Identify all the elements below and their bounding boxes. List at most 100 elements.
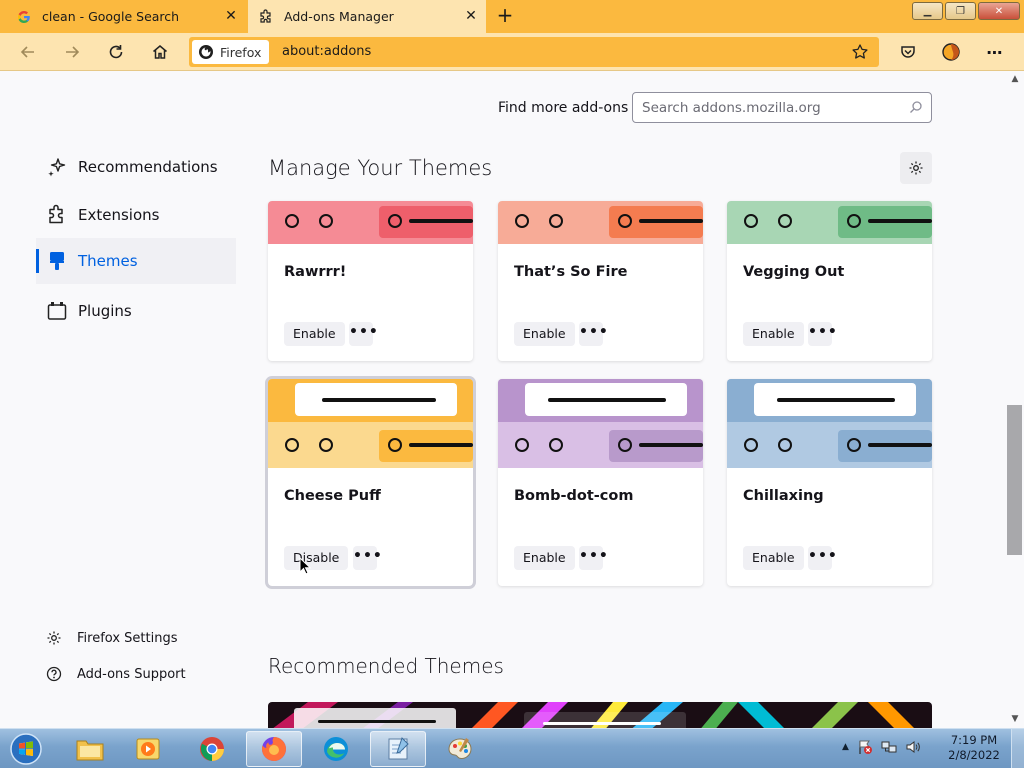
theme-name: Vegging Out bbox=[743, 264, 845, 280]
recommended-theme-preview[interactable] bbox=[268, 702, 932, 728]
enable-button[interactable]: Enable bbox=[743, 322, 804, 346]
more-options-button[interactable]: ••• bbox=[579, 546, 608, 570]
taskbar-file-explorer[interactable] bbox=[62, 731, 118, 767]
start-button[interactable] bbox=[4, 731, 48, 767]
identity-label: Firefox bbox=[220, 44, 262, 60]
sidebar-item-recommendations[interactable]: Recommendations bbox=[36, 144, 236, 190]
close-tab-icon[interactable]: ✕ bbox=[224, 9, 238, 23]
sparkle-icon bbox=[45, 155, 69, 179]
sidebar-item-label: Recommendations bbox=[78, 158, 218, 176]
enable-button[interactable]: Enable bbox=[284, 322, 345, 346]
firefox-settings-label: Firefox Settings bbox=[77, 630, 178, 646]
taskbar-notepad[interactable] bbox=[370, 731, 426, 767]
app-menu-button[interactable]: ⋯ bbox=[981, 38, 1009, 66]
more-options-button[interactable]: ••• bbox=[808, 546, 837, 570]
gear-icon bbox=[46, 630, 62, 646]
more-options-button[interactable]: ••• bbox=[353, 546, 382, 570]
enable-button[interactable]: Enable bbox=[743, 546, 804, 570]
minimize-button[interactable]: ▁ bbox=[912, 2, 943, 20]
search-icon bbox=[909, 100, 923, 118]
more-horizontal-icon: ⋯ bbox=[986, 42, 1004, 62]
scroll-down-arrow-icon[interactable]: ▼ bbox=[1010, 714, 1020, 724]
find-more-label: Find more add-ons bbox=[498, 100, 629, 116]
volume-icon[interactable] bbox=[905, 739, 921, 755]
scrollbar-thumb[interactable] bbox=[1007, 405, 1022, 555]
theme-card-cheese-puff[interactable]: Cheese Puff Disable ••• bbox=[265, 376, 476, 589]
google-icon bbox=[16, 9, 32, 25]
forward-button[interactable] bbox=[58, 38, 86, 66]
taskbar-chrome[interactable] bbox=[184, 731, 240, 767]
gear-icon bbox=[909, 161, 923, 175]
taskbar-firefox[interactable] bbox=[246, 731, 302, 767]
taskbar-clock[interactable]: 7:19 PM 2/8/2022 bbox=[946, 733, 1002, 763]
identity-box[interactable]: Firefox bbox=[192, 40, 270, 64]
taskbar-media-player[interactable] bbox=[120, 731, 176, 767]
show-desktop-button[interactable] bbox=[1011, 729, 1024, 768]
addons-support-label: Add-ons Support bbox=[77, 666, 186, 682]
tab-title: clean - Google Search bbox=[42, 9, 180, 24]
theme-card-chillaxing[interactable]: Chillaxing Enable ••• bbox=[727, 379, 932, 586]
mouse-cursor-icon bbox=[299, 557, 311, 575]
show-hidden-icons-icon[interactable]: ▲ bbox=[842, 742, 849, 752]
navigation-toolbar: Firefox about:addons ⋯ bbox=[0, 33, 1024, 71]
more-options-button[interactable]: ••• bbox=[349, 322, 378, 346]
addons-settings-button[interactable] bbox=[900, 152, 932, 184]
firefox-settings-link[interactable]: Firefox Settings bbox=[46, 630, 177, 646]
theme-preview bbox=[498, 379, 703, 468]
url-text[interactable]: about:addons bbox=[282, 44, 371, 59]
windows-taskbar: ▲ 7:19 PM 2/8/2022 bbox=[0, 728, 1024, 768]
scroll-up-arrow-icon[interactable]: ▲ bbox=[1010, 74, 1020, 84]
theme-card-vegging-out[interactable]: Vegging Out Enable ••• bbox=[727, 201, 932, 361]
tab-google-search[interactable]: clean - Google Search ✕ bbox=[6, 0, 246, 33]
firefox-icon bbox=[261, 737, 286, 761]
sidebar-item-label: Plugins bbox=[78, 302, 132, 320]
home-button[interactable] bbox=[146, 38, 174, 66]
search-placeholder: Search addons.mozilla.org bbox=[642, 100, 821, 116]
tab-addons-manager[interactable]: Add-ons Manager ✕ bbox=[248, 0, 486, 33]
maximize-button[interactable]: ❐ bbox=[945, 2, 976, 20]
enable-button[interactable]: Enable bbox=[514, 546, 575, 570]
account-button[interactable] bbox=[937, 38, 965, 66]
window-controls: ▁ ❐ ✕ bbox=[912, 2, 1020, 20]
action-center-flag-icon[interactable] bbox=[857, 739, 873, 755]
edge-icon bbox=[324, 737, 348, 761]
recommended-themes-heading: Recommended Themes bbox=[268, 654, 504, 678]
theme-preview bbox=[268, 201, 473, 244]
taskbar-edge[interactable] bbox=[308, 731, 364, 767]
reload-button[interactable] bbox=[102, 38, 130, 66]
theme-preview bbox=[498, 201, 703, 244]
sidebar-item-themes[interactable]: Themes bbox=[36, 238, 236, 284]
media-player-icon bbox=[136, 738, 160, 760]
tab-title: Add-ons Manager bbox=[284, 9, 394, 24]
new-tab-button[interactable]: + bbox=[494, 5, 516, 27]
system-tray: ▲ bbox=[842, 739, 921, 755]
close-tab-icon[interactable]: ✕ bbox=[464, 9, 478, 23]
pocket-icon bbox=[901, 46, 915, 58]
more-options-button[interactable]: ••• bbox=[808, 322, 837, 346]
theme-card-rawrrr[interactable]: Rawrrr! Enable ••• bbox=[268, 201, 473, 361]
bookmark-star-icon[interactable] bbox=[851, 43, 869, 65]
sidebar-item-plugins[interactable]: Plugins bbox=[36, 288, 236, 334]
taskbar-paint[interactable] bbox=[432, 731, 488, 767]
addons-page: Find more add-ons Search addons.mozilla.… bbox=[0, 72, 1024, 728]
url-bar[interactable]: Firefox about:addons bbox=[189, 37, 879, 67]
forward-arrow-icon bbox=[66, 46, 80, 58]
sidebar-item-extensions[interactable]: Extensions bbox=[36, 192, 236, 238]
addons-support-link[interactable]: Add-ons Support bbox=[46, 666, 186, 682]
more-options-button[interactable]: ••• bbox=[579, 322, 608, 346]
theme-name: Rawrrr! bbox=[284, 264, 347, 280]
enable-button[interactable]: Enable bbox=[514, 322, 575, 346]
network-icon[interactable] bbox=[881, 739, 897, 755]
pocket-button[interactable] bbox=[894, 38, 922, 66]
back-button[interactable] bbox=[14, 38, 42, 66]
disable-button[interactable]: Disable bbox=[284, 546, 349, 570]
page-scrollbar[interactable]: ▲ ▼ bbox=[1007, 72, 1024, 728]
folder-icon bbox=[76, 740, 104, 761]
clock-date: 2/8/2022 bbox=[948, 748, 1000, 762]
sidebar-item-label: Extensions bbox=[78, 206, 160, 224]
close-window-button[interactable]: ✕ bbox=[978, 2, 1020, 20]
theme-card-bomb-dot-com[interactable]: Bomb-dot-com Enable ••• bbox=[498, 379, 703, 586]
theme-card-thats-so-fire[interactable]: That’s So Fire Enable ••• bbox=[498, 201, 703, 361]
search-addons-input[interactable]: Search addons.mozilla.org bbox=[632, 92, 932, 123]
theme-preview bbox=[268, 379, 473, 468]
